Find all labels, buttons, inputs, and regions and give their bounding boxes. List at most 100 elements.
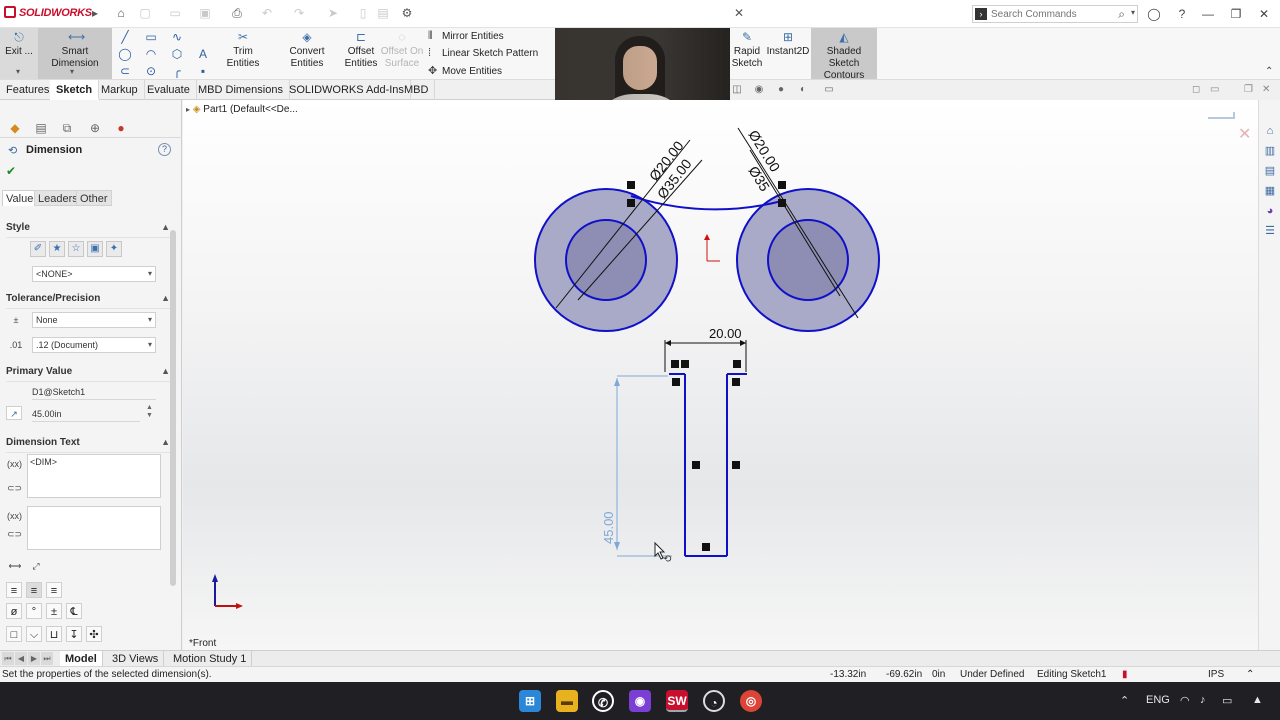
load-style-icon[interactable]: ✦ — [106, 241, 122, 257]
more-symbols-icon[interactable]: ✣ — [86, 626, 102, 642]
viewport-restore-icon[interactable]: ◻ — [1192, 84, 1200, 95]
add-style-icon[interactable]: ★ — [49, 241, 65, 257]
text-icon[interactable]: A — [196, 47, 210, 61]
dimension-text-section-header[interactable]: Dimension Text ▲ — [6, 437, 172, 453]
chevron-down-icon[interactable]: ▾ — [70, 66, 74, 78]
tab-solidworks-addins[interactable]: SOLIDWORKS Add-Ins — [283, 80, 411, 100]
degree-symbol-icon[interactable]: ° — [26, 603, 42, 619]
view-palette-icon[interactable]: ▦ — [1263, 184, 1277, 198]
viewport-max-icon[interactable]: ❐ — [1244, 84, 1253, 95]
help-icon[interactable]: ? — [1172, 5, 1192, 23]
view-settings-icon[interactable]: ▭ — [822, 84, 836, 95]
first-tab-icon[interactable]: ⏮ — [2, 652, 14, 665]
display-manager-icon[interactable]: ● — [112, 120, 130, 136]
resources-home-icon[interactable]: ⌂ — [1263, 124, 1277, 138]
options-gear-icon[interactable]: ⚙ — [400, 6, 414, 20]
solidworks-taskbar-icon[interactable]: SW — [666, 690, 688, 712]
slot-icon[interactable]: ⊂ — [118, 64, 132, 78]
expand-icon[interactable]: ▸ — [186, 105, 190, 114]
style-section-header[interactable]: Style ▲ — [6, 222, 172, 238]
prev-tab-icon[interactable]: ◀ — [15, 652, 27, 665]
chevron-down-icon[interactable]: ▾ — [16, 66, 20, 78]
instant2d-button[interactable]: ⊞ Instant2D — [765, 30, 811, 58]
arc-icon[interactable]: ◠ — [144, 47, 158, 61]
inspection-dimension-icon[interactable]: ⊂⊃ — [6, 526, 22, 540]
tab-model[interactable]: Model — [60, 651, 103, 667]
menu-expand-icon[interactable]: ▸ — [88, 6, 102, 20]
diameter-symbol-icon[interactable]: ø — [6, 603, 22, 619]
rectangle-icon[interactable]: ▭ — [144, 30, 158, 44]
text-offset-icon[interactable]: ⤢ — [28, 558, 44, 572]
square-symbol-icon[interactable]: □ — [6, 626, 22, 642]
file-props-icon[interactable]: ▤ — [376, 6, 390, 20]
pin-icon[interactable]: ✕ — [732, 6, 746, 20]
chevron-down-icon[interactable]: ▾ — [1131, 8, 1135, 17]
move-entities-button[interactable]: ✥ Move Entities — [428, 64, 502, 77]
convert-entities-button[interactable]: ◈ Convert Entities — [272, 30, 342, 70]
viewport-tile-icon[interactable]: ▭ — [1210, 84, 1219, 95]
search-input[interactable] — [991, 7, 1115, 21]
select-icon[interactable]: ➤ — [326, 6, 340, 20]
undo-icon[interactable]: ↶ — [260, 6, 274, 20]
open-icon[interactable]: ▭ — [168, 6, 182, 20]
polygon-icon[interactable]: ⬡ — [170, 47, 184, 61]
view-orientation-icon[interactable]: ◫ — [730, 84, 744, 95]
units-chevron-up-icon[interactable]: ⌃ — [1246, 669, 1254, 680]
dimension-text-upper[interactable]: <DIM> — [27, 454, 161, 498]
custom-properties-icon[interactable]: ☰ — [1263, 224, 1277, 238]
apply-style-icon[interactable]: ✐ — [30, 241, 46, 257]
mirror-entities-button[interactable]: ⫴ Mirror Entities — [428, 30, 504, 43]
ok-check-icon[interactable]: ✔ — [6, 164, 16, 178]
home-icon[interactable]: ⌂ — [114, 6, 128, 20]
text-position-icon[interactable]: ⟷ — [7, 558, 23, 572]
viewport-close-icon[interactable]: ✕ — [1262, 84, 1270, 95]
rapid-sketch-button[interactable]: ✎ Rapid Sketch — [730, 30, 764, 70]
spline-icon[interactable]: ∿ — [170, 30, 184, 44]
help-icon[interactable]: ? — [158, 143, 171, 156]
precision-select[interactable]: .12 (Document) ▾ — [32, 337, 156, 353]
subtab-leaders[interactable]: Leaders — [34, 190, 82, 206]
hide-show-icon[interactable]: ◉ — [752, 84, 766, 95]
tab-markup[interactable]: Markup — [95, 80, 145, 100]
chevron-up-icon[interactable]: ▲ — [161, 366, 170, 376]
file-explorer-icon[interactable]: ▬ — [556, 690, 578, 712]
tab-mbd-dimensions[interactable]: MBD Dimensions — [192, 80, 290, 100]
primary-value-section-header[interactable]: Primary Value ▲ — [6, 366, 172, 382]
configuration-manager-icon[interactable]: ⧉ — [58, 120, 76, 136]
tolerance-section-header[interactable]: Tolerance/Precision ▲ — [6, 293, 172, 309]
offset-on-surface-button[interactable]: ◌ Offset On Surface — [380, 30, 424, 70]
minimize-icon[interactable]: — — [1198, 5, 1218, 23]
tolerance-type-select[interactable]: None ▾ — [32, 312, 156, 328]
subtab-value[interactable]: Value — [2, 190, 38, 206]
point-icon[interactable]: ▪ — [196, 64, 210, 78]
new-icon[interactable]: ▢ — [138, 6, 152, 20]
panel-scrollbar[interactable] — [170, 230, 176, 586]
dimension-name-field[interactable]: D1@Sketch1 — [32, 384, 156, 400]
plus-minus-symbol-icon[interactable]: ± — [46, 603, 62, 619]
dimxpert-icon[interactable]: ⊕ — [86, 120, 104, 136]
countersink-symbol-icon[interactable]: ⌵ — [26, 626, 42, 642]
add-parentheses-icon[interactable]: (xx) — [6, 508, 22, 522]
tab-evaluate[interactable]: Evaluate — [141, 80, 197, 100]
update-style-icon[interactable]: ☆ — [68, 241, 84, 257]
value-spinner[interactable]: ▲ ▼ — [146, 404, 153, 420]
chevron-up-icon[interactable]: ▲ — [161, 437, 170, 447]
exit-sketch-button[interactable]: ⎋ Exit ... ▾ — [0, 28, 38, 79]
feature-manager-icon[interactable]: ◆ — [6, 120, 24, 136]
centerline-symbol-icon[interactable]: ℄ — [66, 603, 82, 619]
close-icon[interactable]: ✕ — [1254, 5, 1274, 23]
align-left-icon[interactable]: ≡ — [6, 582, 22, 598]
offset-entities-button[interactable]: ⊏ Offset Entities — [342, 30, 380, 70]
collapse-ribbon-icon[interactable]: ⌃ — [1265, 66, 1273, 77]
trim-entities-button[interactable]: ✂ Trim Entities — [217, 30, 269, 70]
property-manager-icon[interactable]: ▤ — [32, 120, 50, 136]
line-icon[interactable]: ╱ — [118, 30, 132, 44]
ellipse-icon[interactable]: ⊙ — [144, 64, 158, 78]
chevron-up-icon[interactable]: ▲ — [161, 293, 170, 303]
wifi-icon[interactable]: ◠ — [1180, 694, 1190, 707]
windows-start-icon[interactable]: ⊞ — [519, 690, 541, 712]
screen-recorder-icon[interactable]: ◉ — [629, 690, 651, 712]
counterbore-symbol-icon[interactable]: ⊔ — [46, 626, 62, 642]
appearances-icon[interactable]: ◕ — [1263, 204, 1277, 218]
apply-scene-icon[interactable]: ◐ — [796, 84, 810, 95]
